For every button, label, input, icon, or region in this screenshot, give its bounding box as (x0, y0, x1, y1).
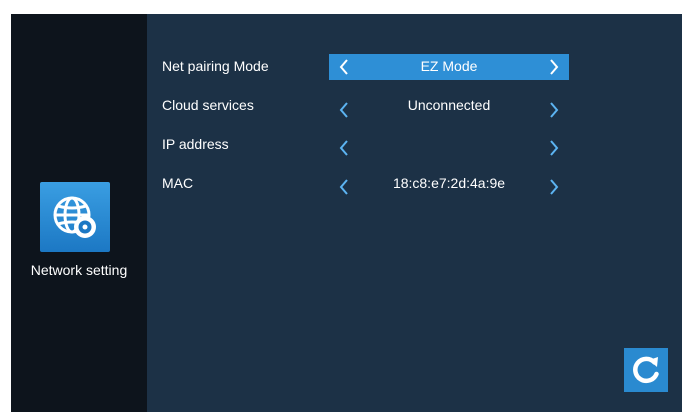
chevron-right-icon[interactable] (541, 135, 567, 161)
net-pairing-mode-selector[interactable]: EZ Mode (329, 54, 569, 80)
ip-address-selector[interactable] (329, 132, 569, 158)
chevron-right-icon[interactable] (541, 54, 567, 80)
setting-label: Net pairing Mode (162, 58, 269, 74)
setting-label: Cloud services (162, 97, 254, 113)
network-setting-label: Network setting (30, 262, 128, 278)
setting-row-mac: MAC 18:c8:e7:2d:4a:9e (147, 171, 682, 197)
device-screen: Network setting Net pairing Mode EZ Mode… (11, 14, 682, 412)
mac-selector[interactable]: 18:c8:e7:2d:4a:9e (329, 171, 569, 197)
setting-row-cloud-services: Cloud services Unconnected (147, 93, 682, 119)
chevron-right-icon[interactable] (541, 97, 567, 123)
setting-value: EZ Mode (420, 58, 478, 74)
chevron-left-icon[interactable] (331, 54, 357, 80)
cloud-services-selector[interactable]: Unconnected (329, 93, 569, 119)
chevron-left-icon[interactable] (331, 174, 357, 200)
setting-label: IP address (162, 136, 229, 152)
settings-panel: Net pairing Mode EZ Mode Cloud services … (147, 14, 682, 412)
setting-value: 18:c8:e7:2d:4a:9e (392, 175, 506, 191)
chevron-left-icon[interactable] (331, 135, 357, 161)
setting-value: Unconnected (407, 97, 491, 113)
setting-row-ip-address: IP address (147, 132, 682, 158)
chevron-right-icon[interactable] (541, 174, 567, 200)
sidebar: Network setting (11, 14, 147, 412)
setting-row-net-pairing-mode: Net pairing Mode EZ Mode (147, 54, 682, 80)
chevron-left-icon[interactable] (331, 97, 357, 123)
network-globe-gear-icon (53, 196, 96, 238)
network-setting-app-button[interactable] (40, 182, 110, 252)
refresh-icon (633, 356, 659, 384)
setting-label: MAC (162, 175, 194, 191)
refresh-button[interactable] (624, 348, 668, 392)
